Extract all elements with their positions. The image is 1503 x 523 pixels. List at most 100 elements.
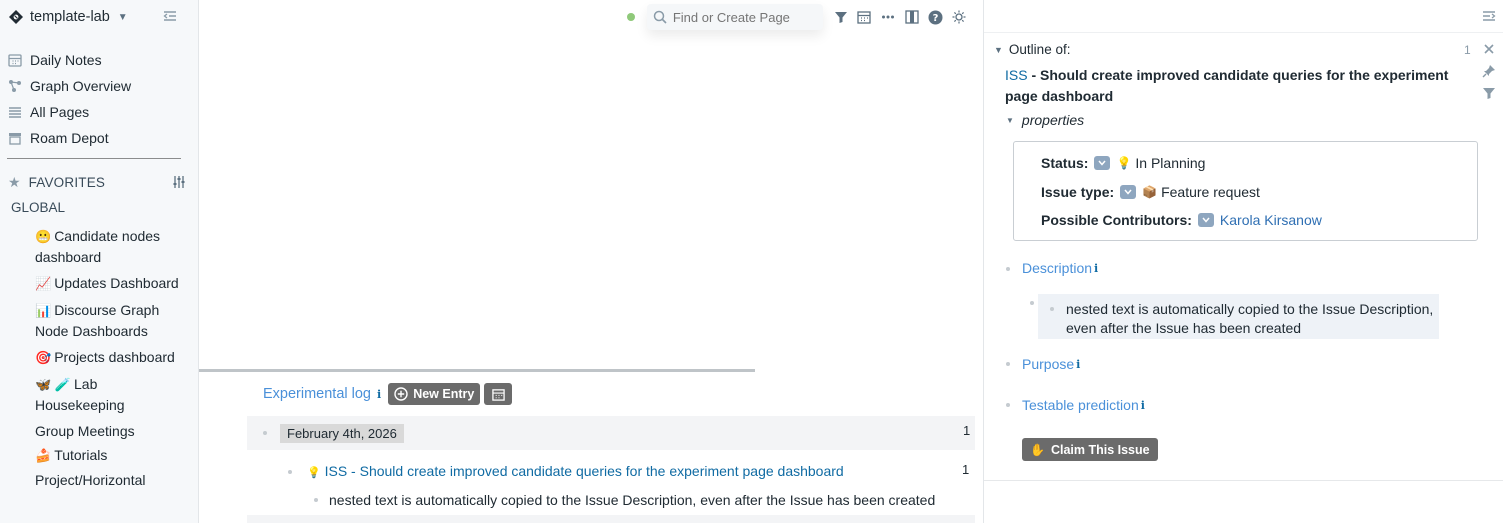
caret-down-icon[interactable]: ▼ (1006, 116, 1014, 125)
info-icon[interactable]: i (377, 388, 381, 401)
graph-name: template-lab (30, 9, 110, 25)
sidebar-nav: Daily Notes Graph Overview All Pages Roa… (8, 47, 131, 151)
star-icon: ★ (8, 173, 21, 190)
block-bullet[interactable] (288, 470, 292, 474)
sliders-icon[interactable] (172, 175, 186, 189)
issue-prefix: ISS (324, 463, 348, 479)
favorite-item[interactable]: 🍰 Tutorials (35, 445, 185, 466)
favorites-label: FAVORITES (28, 174, 106, 190)
block-bullet[interactable] (1006, 362, 1010, 366)
contributors-dropdown[interactable] (1197, 213, 1214, 227)
search-icon (653, 10, 667, 24)
block-bullet[interactable] (1030, 301, 1034, 305)
block-bullet[interactable] (263, 431, 267, 435)
plus-circle-icon (394, 387, 408, 401)
favorite-emoji: 📈 (35, 276, 52, 291)
collapse-sidebar-icon[interactable] (162, 8, 178, 24)
date-reference[interactable]: February 4th, 2026 (280, 424, 404, 443)
favorite-label: Updates Dashboard (54, 275, 179, 291)
package-icon: 📦 (1142, 185, 1158, 199)
testable-label: Testable prediction (1022, 397, 1139, 413)
roam-logo-icon (9, 10, 23, 24)
filter-icon[interactable] (1482, 86, 1496, 100)
favorite-item[interactable]: Project/Horizontal (35, 470, 185, 490)
svg-text:?: ? (933, 13, 939, 24)
outline-header[interactable]: ▼ Outline of: (994, 42, 1070, 57)
description-text: nested text is automatically copied to t… (1066, 301, 1434, 336)
panel-divider (984, 480, 1503, 481)
lightbulb-icon: 💡 (1116, 156, 1132, 170)
sidebar-item-label: Graph Overview (30, 78, 132, 94)
purpose-label: Purpose (1022, 356, 1075, 372)
more-icon[interactable] (880, 9, 896, 25)
calendar-icon[interactable] (857, 9, 873, 25)
page-title[interactable]: ISS - Should create improved candidate q… (1005, 65, 1483, 107)
new-entry-button[interactable]: New Entry (388, 383, 481, 405)
reference-count[interactable]: 1 (962, 462, 969, 477)
next-block-strip (247, 515, 975, 523)
sidebar-item-all-pages[interactable]: All Pages (8, 99, 131, 125)
issue-type-label: Issue type: (1041, 184, 1115, 200)
claim-issue-button[interactable]: ✋ Claim This Issue (1022, 438, 1158, 461)
left-sidebar: template-lab ▼ Daily Notes Graph Overvie… (0, 0, 199, 523)
outline-label: Outline of: (1008, 42, 1071, 57)
favorites-list: 😬 Candidate nodes dashboard 📈 Updates Dash… (35, 226, 185, 496)
favorite-item[interactable]: 📈 Updates Dashboard (35, 273, 185, 294)
block-bullet[interactable] (314, 498, 318, 502)
calendar-button[interactable] (484, 383, 513, 405)
sidebar-item-graph-overview[interactable]: Graph Overview (8, 73, 131, 99)
sidebar-item-daily-notes[interactable]: Daily Notes (8, 47, 131, 73)
app-root: template-lab ▼ Daily Notes Graph Overvie… (0, 0, 1503, 523)
sidebar-item-label: Daily Notes (30, 52, 102, 68)
testable-prediction-heading[interactable]: Testable prediction i (1022, 397, 1148, 413)
info-icon[interactable]: i (1094, 262, 1098, 275)
help-icon[interactable]: ? (928, 9, 944, 25)
favorite-item[interactable]: 📊 Discourse Graph Node Dashboards (35, 300, 185, 341)
experimental-log-link[interactable]: Experimental log (263, 386, 371, 402)
nested-text-block[interactable]: nested text is automatically copied to t… (329, 492, 935, 508)
favorite-item[interactable]: Group Meetings (35, 421, 185, 441)
purpose-heading[interactable]: Purpose i (1022, 356, 1083, 372)
block-bullet[interactable] (1006, 267, 1010, 271)
favorite-emoji: 🦋 🧪 (35, 377, 71, 392)
favorite-label: Discourse Graph Node Dashboards (35, 302, 160, 339)
theme-toggle-icon[interactable] (951, 9, 967, 25)
favorite-item[interactable]: 🦋 🧪 Lab Housekeeping (35, 374, 185, 415)
pin-icon[interactable] (1482, 64, 1496, 78)
search-input[interactable] (672, 9, 823, 25)
chevron-down-icon: ▼ (117, 11, 128, 23)
chevron-down-icon (1098, 160, 1107, 166)
close-icon[interactable] (1482, 42, 1496, 56)
graph-switcher[interactable]: template-lab ▼ (8, 6, 128, 28)
info-icon[interactable]: i (1076, 358, 1080, 371)
reference-count[interactable]: 1 (963, 423, 970, 438)
contributor-link[interactable]: Karola Kirsanow (1220, 212, 1322, 228)
search-bar[interactable] (646, 4, 823, 30)
horizontal-scrollbar[interactable] (199, 369, 755, 372)
favorite-item[interactable]: 🎯 Projects dashboard (35, 347, 185, 368)
properties-block[interactable]: ▼ properties (1006, 112, 1084, 128)
block-bullet[interactable] (1006, 403, 1010, 407)
favorite-emoji: 📊 (35, 303, 52, 318)
lightbulb-icon: 💡 (307, 467, 321, 479)
hand-icon: ✋ (1030, 442, 1045, 457)
sidebar-menu-icon[interactable] (1481, 8, 1497, 24)
graph-icon (9, 80, 21, 92)
block-bullet[interactable] (1050, 307, 1054, 311)
status-dropdown[interactable] (1094, 156, 1111, 170)
experimental-log-header: Experimental log i New Entry (263, 383, 513, 405)
right-sidebar-toggle-icon[interactable] (904, 9, 920, 25)
info-icon[interactable]: i (1141, 399, 1145, 412)
caret-down-icon[interactable]: ▼ (994, 45, 1003, 55)
sidebar-item-roam-depot[interactable]: Roam Depot (8, 125, 131, 151)
favorites-header: ★ FAVORITES (8, 173, 188, 191)
favorite-item[interactable]: 😬 Candidate nodes dashboard (35, 226, 185, 267)
filter-icon[interactable] (833, 9, 849, 25)
description-heading[interactable]: Description i (1022, 260, 1101, 276)
description-block[interactable]: nested text is automatically copied to t… (1038, 294, 1439, 339)
sidebar-item-label: Roam Depot (30, 130, 109, 146)
issue-type-dropdown[interactable] (1120, 185, 1137, 199)
issue-reference[interactable]: 💡 ISS - Should create improved candidate… (307, 463, 844, 479)
calendar-icon (492, 388, 505, 401)
log-date-block: February 4th, 2026 1 (247, 416, 975, 450)
